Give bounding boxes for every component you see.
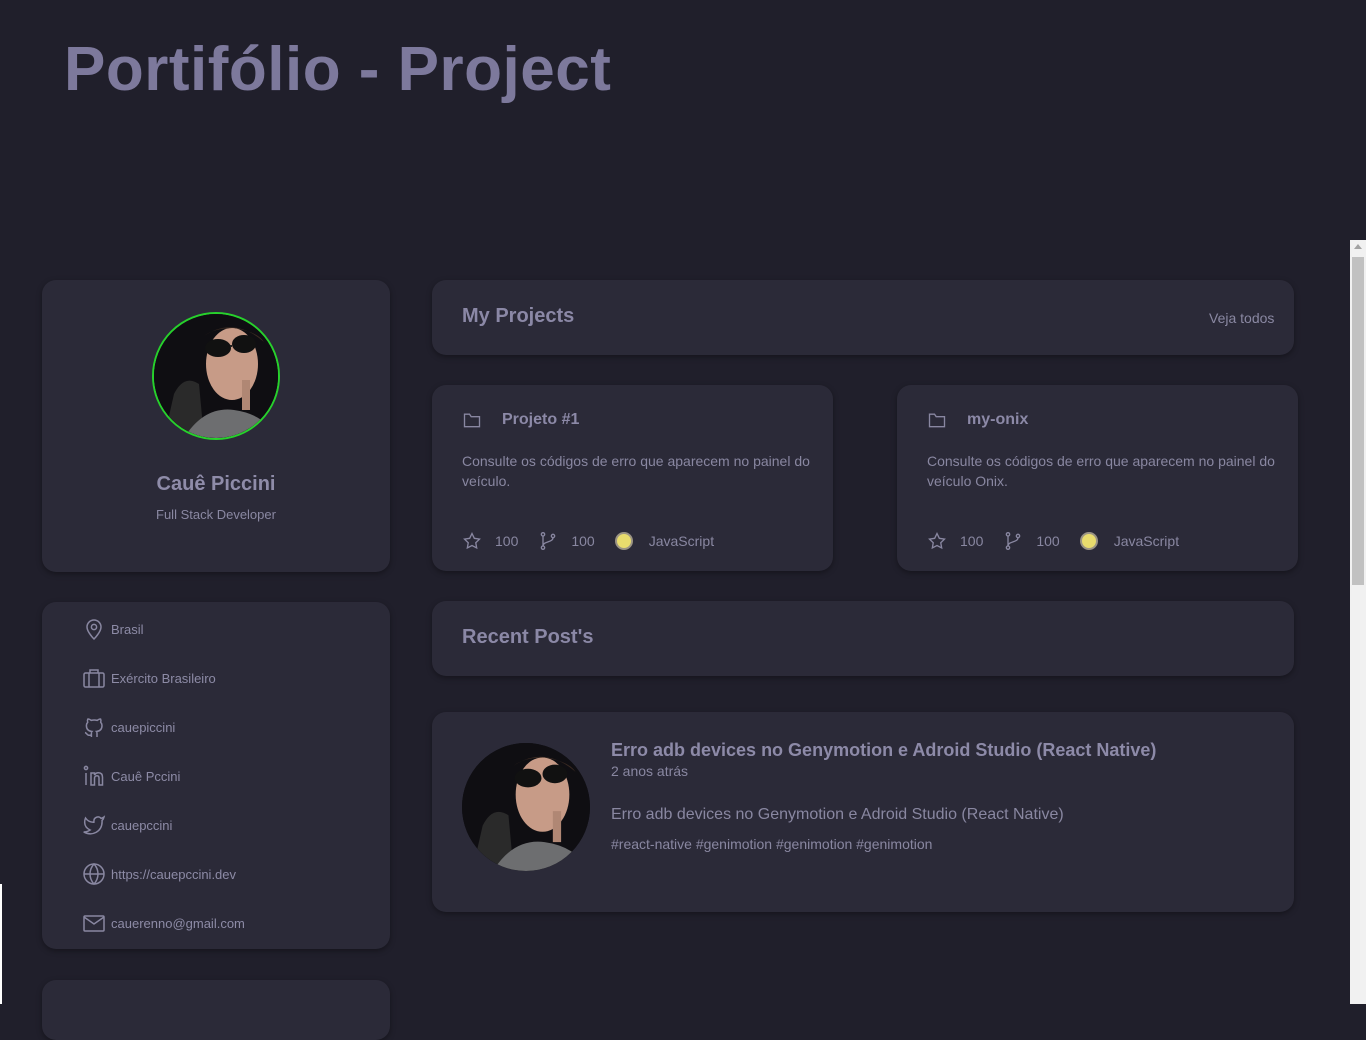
star-count: 100	[960, 533, 984, 549]
mail-icon	[83, 915, 105, 932]
linkedin-link[interactable]: Cauê Pccini	[111, 769, 180, 784]
project-language: JavaScript	[648, 533, 715, 549]
fork-count: 100	[571, 533, 595, 549]
project-name[interactable]: my-onix	[967, 411, 1028, 429]
info-linkedin[interactable]: Cauê Pccini	[82, 764, 180, 788]
profile-avatar	[152, 312, 280, 440]
post-avatar	[462, 743, 590, 871]
scroll-up-arrow-icon[interactable]	[1354, 244, 1362, 249]
post-title[interactable]: Erro adb devices no Genymotion e Adroid …	[611, 740, 1156, 761]
info-twitter[interactable]: cauepccini	[82, 813, 172, 837]
star-count: 100	[495, 533, 519, 549]
project-description: Consulte os códigos de erro que aparecem…	[927, 453, 1275, 489]
linkedin-icon	[83, 765, 104, 786]
post-description: Erro adb devices no Genymotion e Adroid …	[611, 806, 1064, 823]
globe-icon	[83, 862, 105, 886]
info-website[interactable]: https://cauepccini.dev	[82, 862, 236, 886]
project-meta: 100 100 JavaScript	[462, 531, 714, 551]
website-link[interactable]: https://cauepccini.dev	[111, 867, 236, 882]
folder-icon	[463, 413, 481, 428]
post-tags: #react-native #genimotion #genimotion #g…	[611, 836, 933, 852]
location-icon	[86, 619, 102, 641]
briefcase-icon	[83, 669, 105, 688]
posts-title: Recent Post's	[462, 626, 594, 648]
fork-icon	[541, 532, 556, 550]
info-location: Brasil	[82, 617, 144, 641]
profile-name: Cauê Piccini	[156, 473, 276, 495]
project-header: my-onix	[927, 410, 1028, 430]
folder-icon	[928, 413, 946, 428]
project-description: Consulte os códigos de erro que aparecem…	[462, 453, 810, 489]
github-link[interactable]: cauepiccini	[111, 720, 175, 735]
edge-strip	[0, 884, 2, 1004]
scrollbar[interactable]	[1350, 240, 1366, 1004]
fork-count: 100	[1036, 533, 1060, 549]
info-company: Exército Brasileiro	[82, 666, 216, 690]
see-all-link[interactable]: Veja todos	[1209, 310, 1274, 326]
email-link[interactable]: cauerenno@gmail.com	[111, 916, 245, 931]
scroll-thumb[interactable]	[1352, 257, 1364, 585]
twitter-link[interactable]: cauepccini	[111, 818, 172, 833]
company-text: Exército Brasileiro	[111, 670, 216, 686]
info-email[interactable]: cauerenno@gmail.com	[82, 911, 245, 935]
profile-role: Full Stack Developer	[156, 507, 276, 522]
twitter-icon	[83, 815, 106, 835]
project-meta: 100 100 JavaScript	[927, 531, 1179, 551]
post-time: 2 anos atrás	[611, 763, 689, 779]
github-icon	[84, 718, 103, 737]
project-name[interactable]: Projeto #1	[502, 411, 579, 429]
location-text: Brasil	[111, 621, 144, 637]
star-icon	[928, 531, 946, 550]
project-language: JavaScript	[1113, 533, 1180, 549]
partial-card	[42, 980, 390, 1040]
language-dot	[1079, 532, 1098, 550]
projects-title: My Projects	[462, 305, 575, 327]
language-dot	[614, 532, 633, 550]
project-header: Projeto #1	[462, 410, 579, 430]
fork-icon	[1006, 532, 1021, 550]
info-github[interactable]: cauepiccini	[82, 715, 175, 739]
star-icon	[463, 531, 481, 550]
page-title: Portifólio - Project	[64, 35, 612, 104]
